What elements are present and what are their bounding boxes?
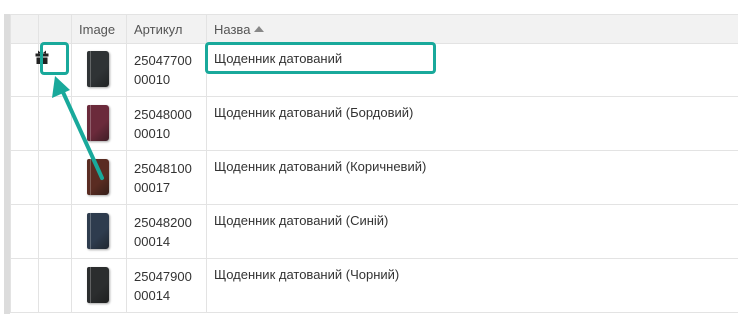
- row-icon-cell: [38, 259, 71, 312]
- table-row[interactable]: 25048000 00010 Щоденник датований (Бордови…: [10, 97, 738, 151]
- sku-line-1: 25048100: [134, 161, 192, 176]
- row-image-cell: [71, 205, 126, 258]
- sku-line-2: 00017: [134, 180, 171, 195]
- header-sku-label: Артикул: [134, 22, 183, 37]
- row-name-cell[interactable]: Щоденник датований (Бордовий): [206, 97, 738, 150]
- sku-line-2: 00014: [134, 288, 171, 303]
- row-icon-cell: [38, 151, 71, 204]
- table-row[interactable]: 25047900 00014 Щоденник датований (Чорний): [10, 259, 738, 313]
- header-image-label: Image: [79, 22, 116, 37]
- row-image-cell: [71, 97, 126, 150]
- header-cell-indicator: [10, 15, 38, 43]
- header-cell-image[interactable]: Image: [71, 15, 126, 43]
- sku-line-1: 25048000: [134, 107, 192, 122]
- product-thumbnail[interactable]: [87, 213, 109, 249]
- row-image-cell: [71, 43, 126, 96]
- row-sku-cell: 25048100 00017: [126, 151, 206, 204]
- highlight-name-cell: [205, 42, 436, 74]
- product-thumbnail[interactable]: [87, 267, 109, 303]
- table-header: Image Артикул Назва: [10, 14, 738, 44]
- product-name: Щоденник датований (Синій): [214, 213, 389, 228]
- product-thumbnail[interactable]: [87, 51, 109, 87]
- sku-line-1: 25048200: [134, 215, 192, 230]
- header-cell-icons: [38, 15, 71, 43]
- sku-line-2: 00010: [134, 72, 171, 87]
- row-image-cell: [71, 259, 126, 312]
- row-sku-cell: 25047700 00010: [126, 43, 206, 96]
- header-cell-name[interactable]: Назва: [206, 15, 738, 43]
- table-row[interactable]: 25048200 00014 Щоденник датований (Синій): [10, 205, 738, 259]
- row-indicator-cell[interactable]: [10, 151, 38, 204]
- sku-line-2: 00010: [134, 126, 171, 141]
- row-indicator-cell[interactable]: [10, 97, 38, 150]
- row-sku-cell: 25047900 00014: [126, 259, 206, 312]
- row-sku-cell: 25048000 00010: [126, 97, 206, 150]
- row-name-cell[interactable]: Щоденник датований (Синій): [206, 205, 738, 258]
- header-cell-sku[interactable]: Артикул: [126, 15, 206, 43]
- sort-ascending-icon[interactable]: [254, 26, 265, 32]
- row-indicator-cell[interactable]: [10, 205, 38, 258]
- highlight-gift-icon: [40, 42, 69, 75]
- row-name-cell[interactable]: Щоденник датований (Коричневий): [206, 151, 738, 204]
- table-row[interactable]: 25048100 00017 Щоденник датований (Коричне…: [10, 151, 738, 205]
- sku-line-1: 25047700: [134, 53, 192, 68]
- product-thumbnail[interactable]: [87, 105, 109, 141]
- row-sku-cell: 25048200 00014: [126, 205, 206, 258]
- row-icon-cell: [38, 97, 71, 150]
- row-name-cell[interactable]: Щоденник датований (Чорний): [206, 259, 738, 312]
- product-thumbnail[interactable]: [87, 159, 109, 195]
- sku-line-2: 00014: [134, 234, 171, 249]
- header-name-label: Назва: [214, 22, 251, 37]
- row-indicator-cell[interactable]: [10, 259, 38, 312]
- product-name: Щоденник датований (Коричневий): [214, 159, 427, 174]
- product-name: Щоденник датований (Бордовий): [214, 105, 414, 120]
- row-icon-cell: [38, 205, 71, 258]
- sku-line-1: 25047900: [134, 269, 192, 284]
- product-name: Щоденник датований (Чорний): [214, 267, 400, 282]
- row-image-cell: [71, 151, 126, 204]
